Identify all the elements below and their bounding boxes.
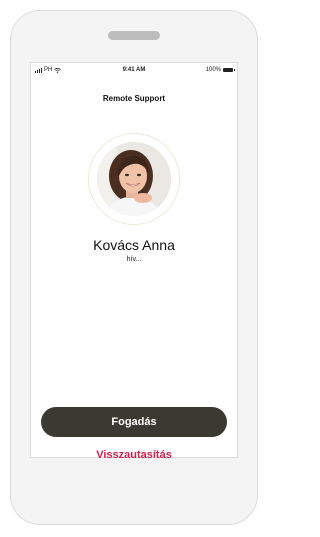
decline-call-button[interactable]: Visszautasítás bbox=[31, 449, 237, 461]
caller-name: Kovács Anna bbox=[93, 237, 175, 253]
phone-speaker bbox=[108, 31, 160, 40]
status-right: 100% bbox=[205, 67, 235, 73]
accept-call-button[interactable]: Fogadás bbox=[41, 407, 227, 437]
avatar-ring bbox=[88, 133, 180, 225]
battery-percent: 100% bbox=[205, 67, 221, 73]
screen-title: Remote Support bbox=[102, 94, 166, 103]
phone-screen: PH 9:41 AM 100% Remote Support Kovács An… bbox=[30, 62, 238, 461]
caller-avatar bbox=[97, 142, 171, 216]
call-status: hív... bbox=[126, 256, 142, 263]
status-bar: PH 9:41 AM 100% bbox=[31, 63, 237, 77]
battery-icon bbox=[223, 68, 235, 72]
